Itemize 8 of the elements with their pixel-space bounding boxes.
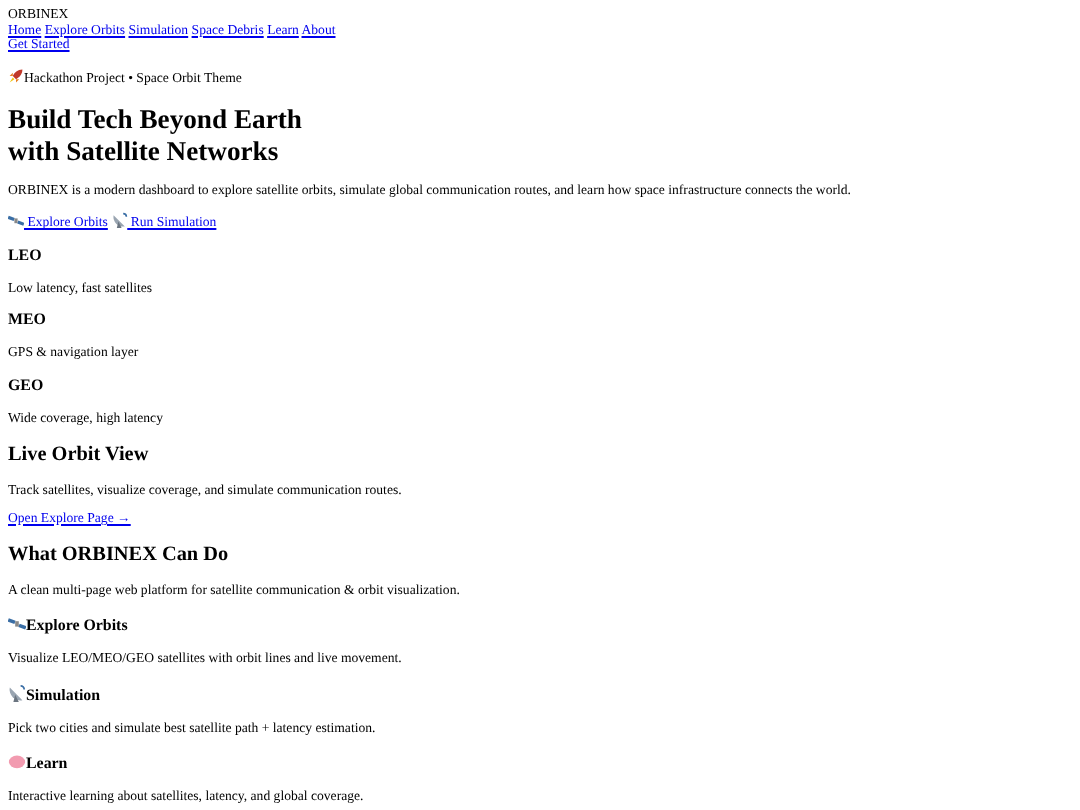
rocket-icon bbox=[8, 67, 24, 84]
antenna-icon bbox=[111, 212, 128, 229]
antenna-icon bbox=[8, 683, 26, 702]
satellite-icon bbox=[8, 614, 26, 633]
satellite-icon bbox=[8, 212, 24, 229]
section-title: Live Orbit View bbox=[8, 443, 151, 467]
hero-title: Build Tech Beyond Earth with Satellite Networks bbox=[8, 104, 304, 166]
section-title: What ORBINEX Can Do bbox=[8, 543, 231, 567]
